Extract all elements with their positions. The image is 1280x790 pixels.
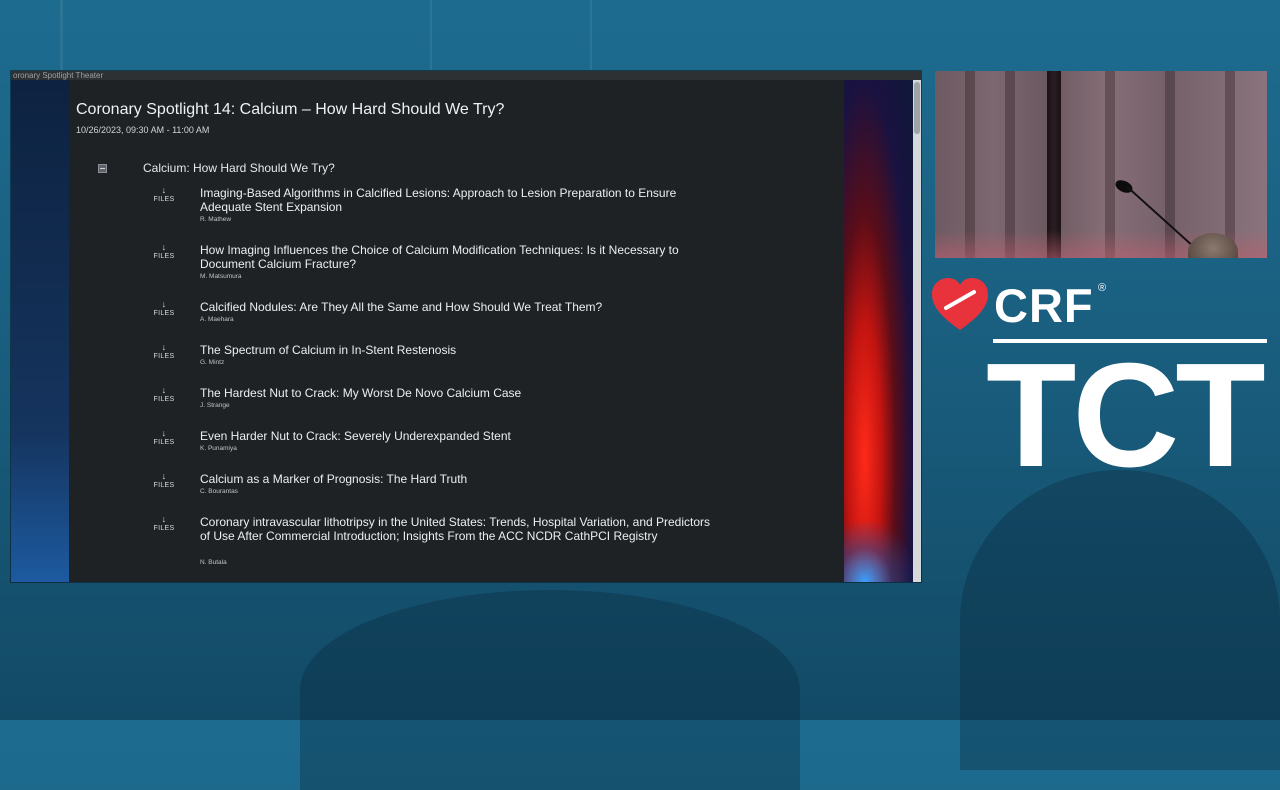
talk-speaker: K. Punamiya bbox=[200, 445, 237, 452]
section-header[interactable]: Calcium: How Hard Should We Try? bbox=[98, 159, 798, 179]
bridge-cable bbox=[60, 0, 63, 70]
files-label: FILES bbox=[153, 253, 175, 260]
talk-title[interactable]: Calcium as a Marker of Prognosis: The Ha… bbox=[200, 472, 720, 486]
down-arrow-icon: ↓ bbox=[161, 428, 167, 438]
talk-item[interactable]: ↓ FILES The Spectrum of Calcium in In-Sten… bbox=[149, 343, 749, 371]
bridge-cable bbox=[590, 0, 592, 70]
talk-item[interactable]: ↓ FILES Calcified Nodules: Are They All th… bbox=[149, 300, 749, 328]
down-arrow-icon: ↓ bbox=[161, 299, 167, 309]
section-label: Calcium: How Hard Should We Try? bbox=[143, 161, 335, 175]
bridge-cable bbox=[430, 0, 432, 70]
files-button[interactable]: ↓ FILES bbox=[149, 429, 179, 448]
talk-speaker: A. Maehara bbox=[200, 316, 234, 323]
heart-icon bbox=[932, 278, 988, 330]
talk-title[interactable]: Even Harder Nut to Crack: Severely Under… bbox=[200, 429, 720, 443]
down-arrow-icon: ↓ bbox=[161, 514, 167, 524]
files-button[interactable]: ↓ FILES bbox=[149, 343, 179, 362]
talk-speaker: N. Butala bbox=[200, 559, 227, 566]
presentation-window: oronary Spotlight Theater Coronary Spotl… bbox=[11, 71, 921, 582]
talk-speaker: G. Mintz bbox=[200, 359, 225, 366]
down-arrow-icon: ↓ bbox=[161, 471, 167, 481]
background-hill bbox=[300, 590, 800, 790]
slide-left-edge bbox=[11, 80, 69, 582]
files-label: FILES bbox=[153, 439, 175, 446]
files-button[interactable]: ↓ FILES bbox=[149, 386, 179, 405]
down-arrow-icon: ↓ bbox=[161, 385, 167, 395]
down-arrow-icon: ↓ bbox=[161, 185, 167, 195]
talk-title[interactable]: How Imaging Influences the Choice of Cal… bbox=[200, 243, 720, 271]
slide-right-edge bbox=[844, 80, 913, 582]
talk-title[interactable]: Imaging-Based Algorithms in Calcified Le… bbox=[200, 186, 720, 214]
vertical-scrollbar[interactable] bbox=[913, 80, 921, 582]
scrollbar-thumb[interactable] bbox=[914, 82, 920, 134]
crf-wordmark: CRF bbox=[994, 279, 1094, 332]
talk-title[interactable]: The Hardest Nut to Crack: My Worst De No… bbox=[200, 386, 720, 400]
files-button[interactable]: ↓ FILES bbox=[149, 243, 179, 262]
files-button[interactable]: ↓ FILES bbox=[149, 186, 179, 205]
talk-item[interactable]: ↓ FILES Imaging-Based Algorithms in Calcif… bbox=[149, 186, 749, 228]
down-arrow-icon: ↓ bbox=[161, 242, 167, 252]
talk-title[interactable]: Coronary intravascular lithotripsy in th… bbox=[200, 515, 720, 543]
files-button[interactable]: ↓ FILES bbox=[149, 515, 179, 534]
files-button[interactable]: ↓ FILES bbox=[149, 472, 179, 491]
slide-glow bbox=[844, 522, 913, 582]
talk-speaker: R. Mathew bbox=[200, 216, 232, 223]
talk-item[interactable]: ↓ FILES Calcium as a Marker of Prognosis: … bbox=[149, 472, 749, 500]
files-label: FILES bbox=[153, 482, 175, 489]
files-label: FILES bbox=[153, 525, 175, 532]
tct-wordmark: TCT bbox=[986, 333, 1266, 498]
registered-mark: ® bbox=[1098, 282, 1107, 294]
session-title: Coronary Spotlight 14: Calcium – How Har… bbox=[76, 101, 505, 118]
files-label: FILES bbox=[153, 353, 175, 360]
talk-title[interactable]: Calcified Nodules: Are They All the Same… bbox=[200, 300, 720, 314]
talk-item[interactable]: ↓ FILES Even Harder Nut to Crack: Severely… bbox=[149, 429, 749, 457]
window-titlebar: oronary Spotlight Theater bbox=[11, 71, 921, 80]
talk-speaker: M. Matsumura bbox=[200, 273, 242, 280]
files-button[interactable]: ↓ FILES bbox=[149, 300, 179, 319]
session-panel: Coronary Spotlight 14: Calcium – How Har… bbox=[69, 80, 844, 582]
files-label: FILES bbox=[153, 196, 175, 203]
crf-logo: CRF ® bbox=[932, 278, 1132, 334]
talk-speaker: J. Strange bbox=[200, 402, 230, 409]
talk-item[interactable]: ↓ FILES How Imaging Influences the Choice … bbox=[149, 243, 749, 285]
files-label: FILES bbox=[153, 310, 175, 317]
talk-item[interactable]: ↓ FILES The Hardest Nut to Crack: My Worst… bbox=[149, 386, 749, 414]
down-arrow-icon: ↓ bbox=[161, 342, 167, 352]
files-label: FILES bbox=[153, 396, 175, 403]
talk-title[interactable]: The Spectrum of Calcium in In-Stent Rest… bbox=[200, 343, 720, 357]
talk-speaker: C. Bourantas bbox=[200, 488, 238, 495]
session-datetime: 10/26/2023, 09:30 AM - 11:00 AM bbox=[76, 125, 210, 135]
background-hill bbox=[960, 470, 1280, 770]
talk-item[interactable]: ↓ FILES Coronary intravascular lithotripsy… bbox=[149, 515, 749, 571]
collapse-square-icon[interactable] bbox=[98, 164, 107, 173]
speaker-video bbox=[935, 71, 1267, 258]
